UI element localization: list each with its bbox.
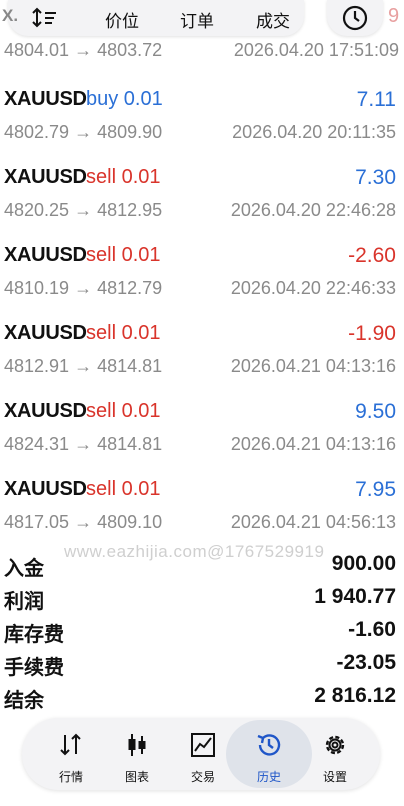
deal-symbol: XAUUSD <box>4 400 87 422</box>
summary-label: 利润 <box>4 591 44 613</box>
nav-chart[interactable]: 图表 <box>102 718 172 790</box>
deal-time: 2026.04.20 22:46:33 <box>230 278 396 298</box>
sort-icon[interactable] <box>30 5 58 31</box>
summary-label: 入金 <box>4 558 44 580</box>
deal-profit: -2.60 <box>348 244 396 267</box>
deal-row[interactable]: XAUUSD sell 0.01 7.95 4817.05 → 4809.10 … <box>0 474 404 552</box>
deal-time: 2026.04.21 04:56:13 <box>230 512 396 532</box>
summary-label: 结余 <box>4 690 44 712</box>
quotes-arrows-icon <box>60 733 81 756</box>
deal-row[interactable]: XAUUSD sell 0.01 7.30 4820.25 → 4812.95 … <box>0 162 404 240</box>
deal-time: 2026.04.21 04:13:16 <box>230 434 396 454</box>
nav-settings[interactable]: 设置 <box>300 718 370 790</box>
trade-line-chart-icon <box>191 733 215 757</box>
deal-time: 2026.04.21 04:13:16 <box>230 356 396 376</box>
nav-label: 历史 <box>256 770 281 784</box>
summary-commission: 手续费 -23.05 <box>0 651 404 683</box>
deal-symbol: XAUUSD <box>4 478 87 500</box>
clock-icon <box>342 5 368 31</box>
nav-label: 设置 <box>322 770 347 784</box>
top-left-fragment: X. <box>2 6 19 25</box>
top-bar: X. 价位 订单 成交 9 <box>0 0 404 38</box>
nav-history[interactable]: 历史 <box>226 718 312 790</box>
deal-prices: 4810.19 → 4812.79 <box>4 278 163 298</box>
deal-side: sell 0.01 <box>86 400 161 422</box>
summary-value: -23.05 <box>336 651 396 674</box>
settings-gear-icon <box>325 735 345 755</box>
deal-prices: 4804.01 → 4803.72 <box>4 40 163 60</box>
deal-profit: 7.30 <box>355 166 396 189</box>
summary-value: 900.00 <box>331 552 396 575</box>
deal-prices: 4812.91 → 4814.81 <box>4 356 163 376</box>
bottom-nav: 行情 图表 交易 历史 设置 <box>22 718 380 790</box>
deal-profit: 7.95 <box>355 478 396 501</box>
summary-swap: 库存费 -1.60 <box>0 618 404 650</box>
deal-profit: -1.90 <box>348 322 396 345</box>
deal-prices: 4817.05 → 4809.10 <box>4 512 163 532</box>
deal-side: sell 0.01 <box>86 322 161 344</box>
deal-profit: 9.50 <box>355 400 396 423</box>
deal-symbol: XAUUSD <box>4 322 87 344</box>
tab-deals[interactable]: 成交 <box>256 7 290 32</box>
summary-value: 2 816.12 <box>314 684 396 707</box>
deal-row[interactable]: XAUUSD sell 0.01 -1.90 4812.91 → 4814.81… <box>0 318 404 396</box>
deal-prices: 4820.25 → 4812.95 <box>4 200 163 220</box>
deal-row-partial[interactable]: 4804.01 → 4803.72 2026.04.20 17:51:09 <box>0 40 404 64</box>
tab-orders[interactable]: 订单 <box>180 7 214 32</box>
deal-prices: 4824.31 → 4814.81 <box>4 434 163 454</box>
deal-time: 2026.04.20 20:11:35 <box>232 122 396 142</box>
deal-time: 2026.04.20 22:46:28 <box>230 200 396 220</box>
deal-symbol: XAUUSD <box>4 88 87 110</box>
candlestick-chart-icon <box>128 734 146 756</box>
summary-value: -1.60 <box>348 618 396 641</box>
deal-row[interactable]: XAUUSD sell 0.01 9.50 4824.31 → 4814.81 … <box>0 396 404 474</box>
deal-row[interactable]: XAUUSD sell 0.01 -2.60 4810.19 → 4812.79… <box>0 240 404 318</box>
deal-side: sell 0.01 <box>86 244 161 266</box>
deal-time: 2026.04.20 17:51:09 <box>233 40 399 60</box>
deal-side: buy 0.01 <box>86 88 163 110</box>
nav-label: 交易 <box>190 770 215 784</box>
deal-prices: 4802.79 → 4809.90 <box>4 122 163 142</box>
summary-profit: 利润 1 940.77 <box>0 585 404 617</box>
nav-label: 图表 <box>124 770 149 784</box>
deal-symbol: XAUUSD <box>4 244 87 266</box>
summary-value: 1 940.77 <box>314 585 396 608</box>
deal-symbol: XAUUSD <box>4 166 87 188</box>
summary-balance: 结余 2 816.12 <box>0 684 404 716</box>
deal-side: sell 0.01 <box>86 166 161 188</box>
nav-label: 行情 <box>58 770 83 784</box>
summary-label: 库存费 <box>4 624 64 646</box>
history-clock-icon <box>257 734 281 756</box>
nav-quotes[interactable]: 行情 <box>36 718 106 790</box>
period-clock-button[interactable] <box>327 0 383 36</box>
deal-side: sell 0.01 <box>86 478 161 500</box>
deal-profit: 7.11 <box>356 88 396 111</box>
top-right-fragment: 9 <box>388 5 400 27</box>
deal-row[interactable]: XAUUSD buy 0.01 7.11 4802.79 → 4809.90 2… <box>0 84 404 162</box>
tab-price[interactable]: 价位 <box>105 7 139 32</box>
summary-label: 手续费 <box>4 657 64 679</box>
summary-deposit: 入金 900.00 <box>0 552 404 584</box>
